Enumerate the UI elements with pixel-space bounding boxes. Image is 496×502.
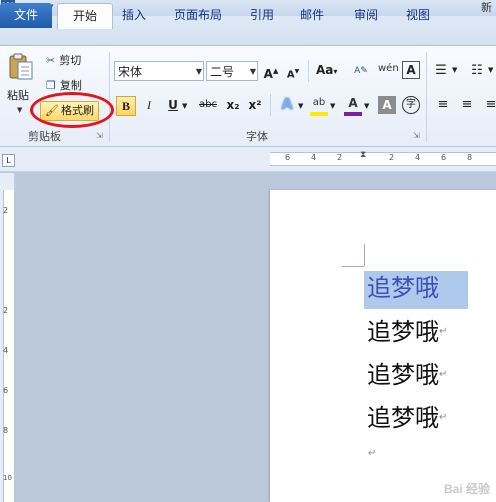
paste-dropdown-icon[interactable]: ▼ — [17, 106, 22, 114]
italic-button[interactable]: I — [140, 96, 158, 114]
tab-home[interactable]: 开始 — [57, 3, 113, 29]
align-center-icon[interactable]: ≡ — [458, 96, 476, 114]
clipboard-launcher-icon[interactable]: ⇲ — [96, 131, 103, 140]
chevron-down-icon[interactable]: ▼ — [452, 66, 457, 74]
font-name-combo[interactable]: 宋体 ▼ — [114, 61, 204, 81]
font-group-label: 字体 — [246, 130, 268, 143]
group-separator — [426, 52, 427, 142]
document-line[interactable]: 追梦哦↵ — [367, 316, 447, 348]
chevron-down-icon: ▼ — [195, 67, 202, 76]
ruler-number: 10 — [3, 474, 12, 482]
superscript-button[interactable]: x² — [246, 96, 264, 114]
divider — [270, 94, 271, 116]
font-size-combo[interactable]: 二号 ▼ — [206, 61, 258, 81]
subscript-button[interactable]: x₂ — [224, 96, 242, 114]
window-title: 新 — [481, 1, 492, 14]
paragraph-mark-icon: ↵ — [439, 369, 448, 380]
group-separator — [109, 52, 110, 142]
chevron-down-icon[interactable]: ▼ — [298, 102, 303, 110]
tab-page-layout[interactable]: 页面布局 — [160, 3, 236, 28]
chevron-down-icon[interactable]: ▼ — [364, 102, 369, 110]
paragraph-mark-icon: ↵ — [439, 326, 448, 337]
ruler-number: 4 — [311, 153, 317, 162]
scissors-icon: ✂ — [46, 54, 56, 67]
align-left-icon[interactable]: ≡ — [434, 96, 452, 114]
font-launcher-icon[interactable]: ⇲ — [413, 131, 420, 140]
text-effects-icon[interactable]: A — [278, 95, 296, 113]
ruler-number: 2 — [3, 206, 9, 215]
bullets-icon[interactable]: ☰ — [432, 62, 450, 80]
document-line[interactable]: 追梦哦↵ — [367, 402, 447, 434]
ruler-number: 8 — [467, 153, 473, 162]
font-color-icon[interactable]: A — [344, 94, 362, 116]
ruler-number: 4 — [3, 346, 9, 355]
cut-button[interactable]: ✂ 剪切 — [46, 53, 81, 69]
highlight-annotation-circle — [30, 92, 114, 128]
align-right-icon[interactable]: ≡ — [482, 96, 496, 114]
bold-button[interactable]: B — [116, 96, 136, 116]
ruler-number: 6 — [3, 386, 9, 395]
margin-mark — [364, 244, 365, 266]
tab-file[interactable]: 文件 — [0, 3, 52, 28]
tab-review[interactable]: 审阅 — [344, 3, 388, 28]
clear-formatting-icon[interactable]: A✎ — [352, 62, 370, 80]
ruler-number: 2 — [3, 306, 9, 315]
highlight-color-icon[interactable]: ab — [310, 94, 328, 116]
ruler-number: 6 — [285, 153, 291, 162]
character-shading-icon[interactable]: A — [378, 96, 396, 114]
chevron-down-icon[interactable]: ▼ — [488, 66, 493, 74]
phonetic-guide-icon[interactable]: wén — [378, 60, 399, 78]
document-line[interactable]: 追梦哦↵ — [367, 359, 447, 391]
paragraph-mark-icon: ↵ — [439, 412, 448, 423]
ruler-number: 2 — [337, 153, 343, 162]
indent-marker-icon[interactable]: ⧗ — [360, 150, 366, 160]
ruler-number: 8 — [3, 426, 9, 435]
chevron-down-icon: ▼ — [249, 67, 256, 76]
paste-icon[interactable] — [8, 52, 34, 80]
watermark: Bai 经验 — [443, 482, 490, 496]
ruler-number: 2 — [389, 153, 395, 162]
document-line[interactable]: 追梦哦 — [367, 272, 439, 304]
underline-button[interactable]: U — [164, 96, 182, 114]
grow-font-icon[interactable]: A▲ — [262, 62, 280, 81]
chevron-down-icon[interactable]: ▼ — [330, 102, 335, 110]
tab-references[interactable]: 引用 — [240, 3, 284, 28]
tab-insert[interactable]: 插入 — [114, 3, 154, 28]
change-case-button[interactable]: Aa▾ — [316, 63, 337, 77]
tab-mailings[interactable]: 邮件 — [290, 3, 334, 28]
shrink-font-icon[interactable]: A▼ — [284, 63, 302, 81]
character-border-icon[interactable]: A — [402, 61, 420, 79]
paragraph-mark-icon: ↵ — [368, 448, 377, 459]
underline-dropdown-icon[interactable]: ▼ — [182, 102, 187, 110]
paste-button[interactable]: 粘贴 — [7, 88, 29, 104]
ruler-track — [270, 152, 496, 166]
copy-icon: ❐ — [46, 79, 56, 92]
divider — [308, 60, 309, 82]
enclose-characters-icon[interactable]: 字 — [402, 96, 420, 114]
strikethrough-button[interactable]: abc — [196, 96, 220, 114]
tab-selector-icon[interactable]: L — [2, 154, 15, 167]
tab-view[interactable]: 视图 — [396, 3, 440, 28]
ruler-number: 4 — [415, 153, 421, 162]
numbering-icon[interactable]: ☷ — [468, 62, 486, 80]
ruler-number: 6 — [441, 153, 447, 162]
clipboard-group-label: 剪贴板 — [28, 130, 61, 143]
margin-mark — [342, 266, 364, 267]
